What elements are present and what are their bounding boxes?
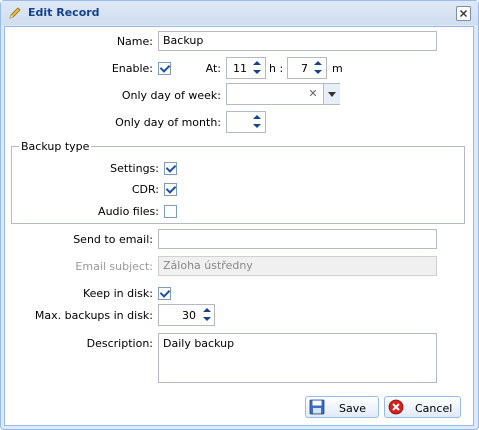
audio-files-label: Audio files: [98, 205, 159, 218]
hour-up-icon[interactable] [249, 58, 264, 68]
window-title: Edit Record [28, 6, 100, 19]
backup-type-legend: Backup type [19, 140, 92, 153]
settings-label: Settings: [110, 162, 159, 175]
save-button-label: Save [339, 402, 367, 415]
hour-spinner-buttons [249, 58, 264, 78]
day-of-month-up-icon[interactable] [249, 112, 264, 122]
email-subject-label: Email subject: [75, 260, 153, 273]
send-email-label: Send to email: [73, 233, 153, 246]
chevron-down-icon[interactable] [323, 84, 340, 104]
max-backups-down-icon[interactable] [199, 315, 214, 325]
cancel-button-label: Cancel [415, 402, 453, 415]
day-of-month-spinner-buttons [249, 112, 264, 132]
max-backups-spinner-buttons [199, 305, 214, 325]
name-input[interactable]: Backup [158, 31, 437, 51]
keep-in-disk-label: Keep in disk: [82, 287, 153, 300]
minute-up-icon[interactable] [310, 58, 325, 68]
minute-unit-label: m [332, 62, 343, 75]
minute-spinner-buttons [310, 58, 325, 78]
cdr-label: CDR: [131, 183, 159, 196]
hour-unit-label: h : [269, 62, 284, 75]
enable-checkbox[interactable] [158, 62, 171, 75]
minute-down-icon[interactable] [310, 68, 325, 78]
description-textarea[interactable]: Daily backup [158, 333, 437, 383]
close-button[interactable] [456, 6, 471, 21]
pencil-icon [9, 7, 21, 19]
description-label: Description: [86, 337, 153, 350]
name-label: Name: [116, 35, 153, 48]
day-of-week-label: Only day of week: [121, 89, 221, 102]
title-bar[interactable]: Edit Record [1, 1, 478, 25]
keep-in-disk-checkbox[interactable] [158, 287, 171, 300]
floppy-disk-icon [309, 399, 325, 415]
settings-checkbox[interactable] [164, 162, 177, 175]
at-label: At: [205, 62, 221, 75]
cancel-icon [388, 399, 404, 415]
close-icon [460, 10, 467, 17]
audio-files-checkbox[interactable] [164, 205, 177, 218]
max-backups-up-icon[interactable] [199, 305, 214, 315]
cdr-checkbox[interactable] [164, 183, 177, 196]
cancel-button[interactable]: Cancel [384, 396, 461, 418]
day-of-month-down-icon[interactable] [249, 122, 264, 132]
day-of-month-label: Only day of month: [115, 116, 221, 129]
hour-down-icon[interactable] [249, 68, 264, 78]
email-subject-input[interactable]: Záloha ústředny [158, 256, 437, 276]
day-of-week-combo[interactable]: ✕ [226, 83, 340, 105]
enable-label: Enable: [111, 62, 153, 75]
send-email-input[interactable] [158, 229, 437, 249]
clear-icon[interactable]: ✕ [305, 84, 321, 104]
save-button[interactable]: Save [305, 396, 379, 418]
max-backups-label: Max. backups in disk: [34, 309, 153, 322]
